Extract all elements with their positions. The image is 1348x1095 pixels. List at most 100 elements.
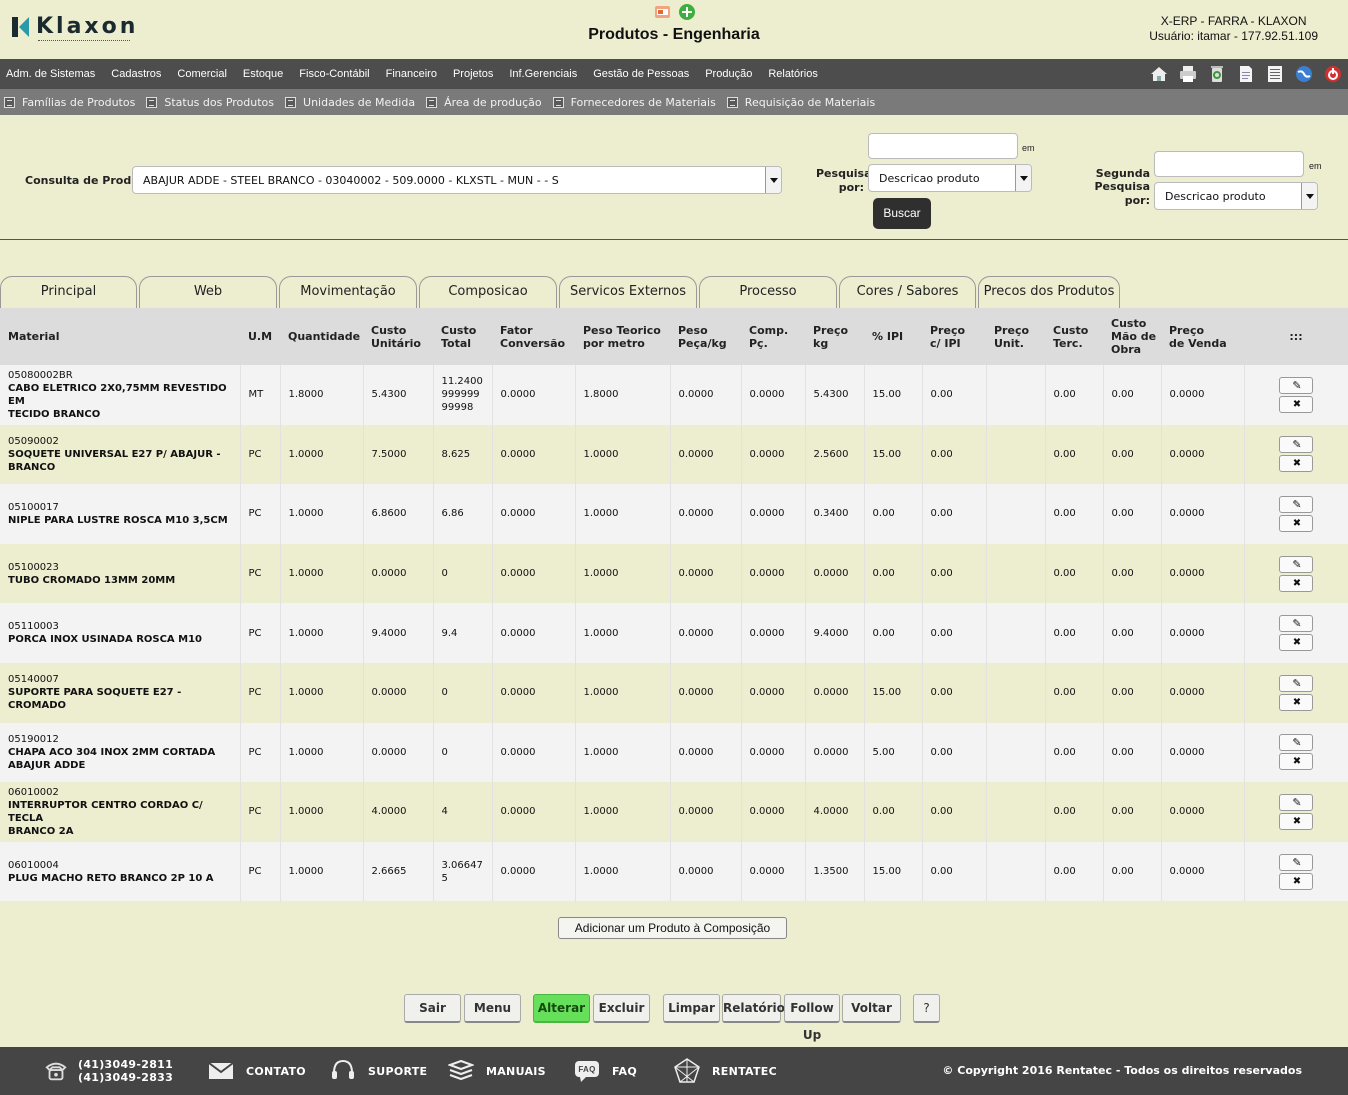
second-search-input[interactable] bbox=[1154, 151, 1304, 177]
cell-material: 05110003 PORCA INOX USINADA ROSCA M10 bbox=[0, 603, 241, 663]
alterar-button[interactable]: Alterar bbox=[533, 994, 590, 1023]
cell-peso-peca: 0.0000 bbox=[670, 603, 742, 663]
sair-button[interactable]: Sair bbox=[404, 994, 461, 1023]
document-icon[interactable] bbox=[1237, 65, 1255, 83]
submenu-item[interactable]: Fornecedores de Materiais bbox=[552, 96, 716, 109]
cell-qtd: 1.0000 bbox=[280, 722, 364, 783]
menu-item[interactable]: Relatórios bbox=[768, 68, 818, 80]
delete-row-button[interactable] bbox=[1279, 693, 1314, 711]
cell-custo-terc: 0.00 bbox=[1045, 841, 1104, 902]
search-input[interactable] bbox=[868, 133, 1018, 159]
edit-row-button[interactable] bbox=[1279, 436, 1314, 454]
footer-contato[interactable]: CONTATO bbox=[208, 1047, 306, 1095]
voltar-button[interactable]: Voltar bbox=[842, 994, 901, 1023]
edit-row-button[interactable] bbox=[1279, 376, 1314, 394]
delete-row-button[interactable] bbox=[1279, 812, 1314, 830]
submenu-item[interactable]: Famílias de Produtos bbox=[4, 96, 135, 109]
tab[interactable]: Precos dos Produtos bbox=[978, 276, 1120, 308]
edit-row-button[interactable] bbox=[1279, 674, 1314, 692]
cell-preco-unit bbox=[986, 365, 1046, 425]
material-description: INTERRUPTOR CENTRO CORDAO C/ TECLA bbox=[8, 799, 203, 824]
tab[interactable]: Cores / Sabores bbox=[839, 276, 976, 308]
rentatec-link[interactable]: RENTATEC bbox=[712, 1065, 777, 1078]
help-button[interactable]: ? bbox=[913, 994, 940, 1023]
recycle-icon[interactable] bbox=[1208, 65, 1226, 83]
delete-row-button[interactable] bbox=[1279, 634, 1314, 652]
cell-custo-total: 0 bbox=[433, 722, 493, 783]
tab[interactable]: Principal bbox=[0, 276, 137, 308]
suporte-link[interactable]: SUPORTE bbox=[368, 1065, 427, 1078]
col-actions[interactable]: ::: bbox=[1244, 308, 1348, 365]
cell-fator: 0.0000 bbox=[492, 662, 576, 723]
edit-row-button[interactable] bbox=[1279, 853, 1314, 871]
submenu-item[interactable]: Status dos Produtos bbox=[146, 96, 274, 109]
menu-item[interactable]: Projetos bbox=[453, 68, 493, 80]
contato-link[interactable]: CONTATO bbox=[246, 1065, 306, 1078]
delete-row-button[interactable] bbox=[1279, 514, 1314, 532]
cell-preco-kg: 2.5600 bbox=[805, 424, 865, 485]
delete-row-button[interactable] bbox=[1279, 455, 1314, 473]
product-select[interactable]: ABAJUR ADDE - STEEL BRANCO - 03040002 - … bbox=[132, 166, 782, 194]
footer-manuais[interactable]: MANUAIS bbox=[448, 1047, 546, 1095]
submenu-item[interactable]: Unidades de Medida bbox=[285, 96, 415, 109]
add-icon[interactable] bbox=[678, 3, 696, 21]
menu-item[interactable]: Estoque bbox=[243, 68, 283, 80]
menu-item[interactable]: Inf.Gerenciais bbox=[509, 68, 577, 80]
menu-item[interactable]: Financeiro bbox=[386, 68, 437, 80]
submenu-item[interactable]: Requisição de Materiais bbox=[726, 96, 875, 109]
footer-faq[interactable]: FAQ FAQ bbox=[574, 1047, 637, 1095]
edit-row-button[interactable] bbox=[1279, 734, 1314, 752]
menu-button[interactable]: Menu bbox=[464, 994, 521, 1023]
edit-row-button[interactable] bbox=[1279, 555, 1314, 573]
submenu-item[interactable]: Área de produção bbox=[426, 96, 542, 109]
footer-suporte[interactable]: SUPORTE bbox=[330, 1047, 427, 1095]
tab[interactable]: Composicao bbox=[419, 276, 557, 308]
delete-row-button[interactable] bbox=[1279, 574, 1314, 592]
cell-qtd: 1.0000 bbox=[280, 662, 364, 723]
search-button[interactable]: Buscar bbox=[873, 198, 931, 229]
col-custo-total-line-2: Total bbox=[441, 336, 472, 350]
menu-item[interactable]: Cadastros bbox=[111, 68, 161, 80]
menu-item[interactable]: Fisco-Contábil bbox=[299, 68, 369, 80]
col-custo-total-line-1: Custo bbox=[441, 323, 477, 337]
faq-link[interactable]: FAQ bbox=[612, 1065, 637, 1078]
edit-row-button[interactable] bbox=[1279, 793, 1314, 811]
col-fator-line-2: Conversão bbox=[500, 336, 566, 350]
globe-icon[interactable] bbox=[1295, 65, 1313, 83]
delete-row-button[interactable] bbox=[1279, 753, 1314, 771]
delete-row-button[interactable] bbox=[1279, 395, 1314, 413]
limpar-button[interactable]: Limpar bbox=[663, 994, 720, 1023]
menu-item[interactable]: Gestão de Pessoas bbox=[593, 68, 689, 80]
cell-custo-unit: 6.8600 bbox=[363, 484, 434, 544]
pdf-icon[interactable] bbox=[654, 3, 672, 21]
add-product-button[interactable]: Adicionar um Produto à Composição bbox=[558, 917, 787, 939]
manuais-link[interactable]: MANUAIS bbox=[486, 1065, 546, 1078]
edit-row-button[interactable] bbox=[1279, 495, 1314, 513]
tab[interactable]: Processo bbox=[699, 276, 837, 308]
second-search-field-select[interactable]: Descricao produto bbox=[1154, 182, 1318, 210]
tab[interactable]: Movimentação bbox=[279, 276, 417, 308]
power-icon[interactable] bbox=[1324, 65, 1342, 83]
footer-rentatec[interactable]: RENTATEC bbox=[674, 1047, 777, 1095]
cell-peso-peca: 0.0000 bbox=[670, 543, 742, 604]
menu-item[interactable]: Adm. de Sistemas bbox=[6, 68, 95, 80]
cell-custo-mo: 0.00 bbox=[1103, 841, 1162, 902]
delete-row-button[interactable] bbox=[1279, 872, 1314, 890]
tab[interactable]: Web bbox=[139, 276, 277, 308]
material-description: SUPORTE PARA SOQUETE E27 - CROMADO bbox=[8, 687, 182, 712]
follow-up-button[interactable]: Follow Up bbox=[784, 994, 840, 1042]
tab[interactable]: Servicos Externos bbox=[559, 276, 697, 308]
col-custo-mo-line-3: Obra bbox=[1111, 343, 1142, 356]
relatorio-button[interactable]: Relatório bbox=[722, 994, 785, 1023]
search-field-select[interactable]: Descricao produto bbox=[868, 164, 1032, 192]
home-icon[interactable] bbox=[1150, 65, 1168, 83]
col-preco-venda: Preço de Venda bbox=[1161, 308, 1244, 365]
menu-item[interactable]: Comercial bbox=[177, 68, 227, 80]
edit-row-button[interactable] bbox=[1279, 615, 1314, 633]
list-icon[interactable] bbox=[1266, 65, 1284, 83]
excluir-button[interactable]: Excluir bbox=[593, 994, 650, 1023]
cell-custo-terc: 0.00 bbox=[1045, 603, 1104, 663]
menu-item[interactable]: Produção bbox=[705, 68, 752, 80]
print-icon[interactable] bbox=[1179, 65, 1197, 83]
table-row: 06010004 PLUG MACHO RETO BRANCO 2P 10 A PC… bbox=[0, 841, 1348, 902]
